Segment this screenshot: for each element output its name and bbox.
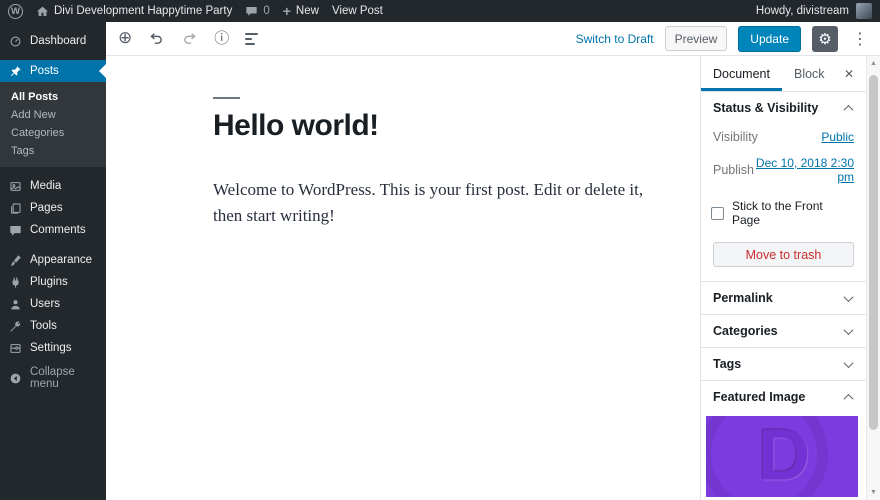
status-visibility-panel: Status & Visibility Visibility Public Pu…: [701, 92, 866, 282]
chevron-up-icon: [843, 104, 854, 115]
user-avatar[interactable]: [856, 3, 872, 19]
pages-icon: [9, 202, 22, 215]
tags-panel: Tags: [701, 348, 866, 381]
scrollbar-thumb[interactable]: [869, 75, 878, 430]
view-post-link[interactable]: View Post: [332, 5, 383, 17]
submenu-add-new[interactable]: Add New: [0, 106, 106, 124]
media-icon: [9, 180, 22, 193]
sidebar-item-pages[interactable]: Pages: [0, 197, 106, 219]
post-paragraph[interactable]: Welcome to WordPress. This is your first…: [213, 177, 645, 229]
submenu-all-posts[interactable]: All Posts: [0, 88, 106, 106]
comments-bubble[interactable]: 0: [245, 5, 270, 18]
pushpin-icon: [9, 65, 22, 78]
submenu-categories[interactable]: Categories: [0, 124, 106, 142]
plug-icon: [9, 276, 22, 289]
sidebar-item-plugins[interactable]: Plugins: [0, 271, 106, 293]
sticky-row: Stick to the Front Page: [701, 190, 866, 233]
publish-label: Publish: [713, 163, 754, 177]
visibility-label: Visibility: [713, 130, 758, 144]
more-options-button[interactable]: ⋮: [849, 29, 871, 48]
stick-front-page-checkbox[interactable]: [711, 206, 724, 220]
update-button[interactable]: Update: [738, 25, 801, 52]
sidebar-item-media[interactable]: Media: [0, 175, 106, 197]
settings-icon: [9, 342, 22, 355]
wrench-icon: [9, 320, 22, 333]
dashboard-icon: [9, 35, 22, 48]
settings-sidebar: Document Block ✕ Status & Visibility Vis…: [700, 56, 866, 500]
featured-image-panel: Featured Image D Replace image Remove fe…: [701, 381, 866, 500]
comments-count: 0: [263, 5, 270, 17]
sidebar-scrollbar[interactable]: ▲ ▼: [866, 56, 880, 500]
sidebar-tabs: Document Block ✕: [701, 56, 866, 92]
block-inserter-button[interactable]: ⊕: [118, 30, 132, 47]
chevron-down-icon: [843, 291, 854, 302]
wordpress-logo-icon[interactable]: W: [8, 3, 23, 19]
menu-separator: [0, 241, 106, 249]
comment-icon: [245, 5, 258, 18]
home-icon: [36, 5, 49, 18]
tab-block[interactable]: Block: [782, 56, 837, 91]
wordpress-editor-app: W Divi Development Happytime Party 0 + N…: [0, 0, 880, 500]
permalink-header[interactable]: Permalink: [701, 282, 866, 314]
featured-image-thumbnail[interactable]: D: [706, 416, 858, 497]
title-divider: [213, 97, 240, 99]
preview-button[interactable]: Preview: [664, 26, 728, 51]
collapse-arrow-icon: [9, 372, 22, 385]
tab-document[interactable]: Document: [701, 56, 782, 91]
paintbrush-icon: [9, 254, 22, 267]
howdy-account-link[interactable]: Howdy, divistream: [756, 5, 849, 17]
switch-to-draft-button[interactable]: Switch to Draft: [576, 32, 654, 46]
sidebar-item-comments[interactable]: Comments: [0, 219, 106, 241]
tags-header[interactable]: Tags: [701, 348, 866, 380]
visibility-value-link[interactable]: Public: [821, 130, 854, 144]
permalink-panel: Permalink: [701, 282, 866, 315]
publish-date-link[interactable]: Dec 10, 2018 2:30 pm: [754, 156, 854, 184]
redo-button[interactable]: [181, 30, 198, 47]
sidebar-item-settings[interactable]: Settings: [0, 337, 106, 359]
sidebar-item-tools[interactable]: Tools: [0, 315, 106, 337]
scroll-down-icon[interactable]: ▼: [867, 489, 880, 496]
sidebar-item-dashboard[interactable]: Dashboard: [0, 30, 106, 52]
user-icon: [9, 298, 22, 311]
featured-image-header[interactable]: Featured Image: [701, 381, 866, 413]
collapse-menu-button[interactable]: Collapse menu: [0, 366, 106, 390]
sidebar-item-appearance[interactable]: Appearance: [0, 249, 106, 271]
move-to-trash-button[interactable]: Move to trash: [713, 242, 854, 267]
status-visibility-header[interactable]: Status & Visibility: [701, 92, 866, 124]
close-sidebar-icon[interactable]: ✕: [838, 56, 860, 91]
sidebar-item-users[interactable]: Users: [0, 293, 106, 315]
publish-row: Publish Dec 10, 2018 2:30 pm: [701, 150, 866, 190]
post-title[interactable]: Hello world!: [213, 109, 379, 143]
chevron-down-icon: [843, 324, 854, 335]
admin-menu: Dashboard Posts All Posts Add New Catego…: [0, 22, 106, 500]
chevron-down-icon: [843, 357, 854, 368]
chevron-up-icon: [843, 393, 854, 404]
menu-separator: [0, 167, 106, 175]
block-navigation-button[interactable]: [245, 32, 259, 45]
posts-submenu: All Posts Add New Categories Tags: [0, 82, 106, 167]
categories-header[interactable]: Categories: [701, 315, 866, 347]
new-label: New: [295, 5, 319, 17]
plus-icon: +: [282, 3, 291, 19]
site-name-link[interactable]: Divi Development Happytime Party: [36, 5, 232, 18]
divi-logo-letter: D: [758, 416, 811, 495]
submenu-tags[interactable]: Tags: [0, 142, 106, 160]
comments-icon: [9, 224, 22, 237]
site-name: Divi Development Happytime Party: [54, 5, 233, 17]
content-structure-button[interactable]: ⓘ: [214, 31, 229, 46]
editor-toolbar: ⊕ ⓘ Switch to Draft Preview Update ⚙ ⋮: [106, 22, 880, 56]
sidebar-item-posts[interactable]: Posts: [0, 60, 106, 82]
scroll-up-icon[interactable]: ▲: [867, 60, 880, 67]
menu-separator: [0, 52, 106, 60]
categories-panel: Categories: [701, 315, 866, 348]
editor-canvas[interactable]: Hello world! Welcome to WordPress. This …: [106, 56, 700, 500]
stick-front-page-label: Stick to the Front Page: [732, 199, 823, 227]
new-content-menu[interactable]: + New: [283, 4, 319, 18]
undo-button[interactable]: [148, 30, 165, 47]
settings-gear-button[interactable]: ⚙: [812, 25, 838, 52]
admin-bar: W Divi Development Happytime Party 0 + N…: [0, 0, 880, 22]
visibility-row: Visibility Public: [701, 124, 866, 150]
